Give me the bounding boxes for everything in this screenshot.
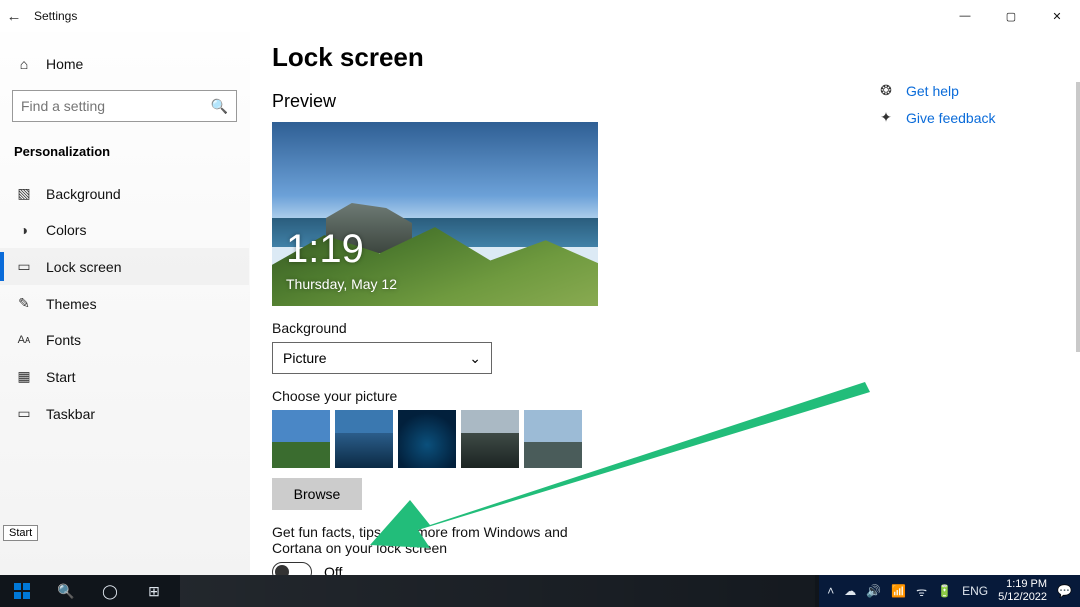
- background-dropdown[interactable]: Picture ⌄: [272, 342, 492, 374]
- clock-date: 5/12/2022: [998, 591, 1047, 604]
- cortana-button[interactable]: ◯: [88, 575, 132, 607]
- toggle-state-label: Off: [324, 564, 342, 575]
- taskbar-icon: ▭: [16, 405, 32, 422]
- volume-icon[interactable]: 🔊: [866, 584, 881, 598]
- sidebar-item-lock-screen[interactable]: ▭ Lock screen: [0, 248, 249, 285]
- sidebar-item-label: Taskbar: [46, 406, 95, 422]
- preview-date: Thursday, May 12: [286, 276, 397, 292]
- sidebar-item-label: Background: [46, 186, 121, 202]
- lock-screen-preview: 1:19 Thursday, May 12: [272, 122, 598, 306]
- sidebar-item-colors[interactable]: ◑ Colors: [0, 212, 249, 248]
- start-tooltip: Start: [3, 525, 38, 541]
- taskbar-search-button[interactable]: 🔍: [44, 575, 88, 607]
- close-button[interactable]: ✕: [1034, 0, 1080, 32]
- task-view-button[interactable]: ⊞: [132, 575, 176, 607]
- sidebar-item-label: Lock screen: [46, 259, 121, 275]
- lock-screen-icon: ▭: [16, 258, 32, 275]
- back-button[interactable]: ←: [0, 8, 28, 25]
- language-indicator[interactable]: ENG: [962, 584, 988, 598]
- picture-icon: ▧: [16, 185, 32, 202]
- sidebar-item-label: Colors: [46, 222, 86, 238]
- sidebar-item-background[interactable]: ▧ Background: [0, 175, 249, 212]
- taskbar: 🔍 ◯ ⊞ ˄ ☁ 🔊 📶 ᯤ 🔋 ENG 1:19 PM 5/12/2022 …: [0, 575, 1080, 607]
- network-icon[interactable]: 📶: [891, 584, 906, 598]
- sidebar-item-label: Fonts: [46, 332, 81, 348]
- main-content: Lock screen Preview 1:19 Thursday, May 1…: [272, 30, 1060, 575]
- start-button[interactable]: [0, 575, 44, 607]
- picture-thumb-5[interactable]: [524, 410, 582, 468]
- home-link[interactable]: ⌂ Home: [0, 48, 249, 80]
- sidebar-item-themes[interactable]: ✎ Themes: [0, 285, 249, 322]
- clock-time: 1:19 PM: [998, 578, 1047, 591]
- choose-picture-label: Choose your picture: [272, 388, 1060, 404]
- picture-thumb-2[interactable]: [335, 410, 393, 468]
- preview-time: 1:19: [286, 227, 364, 272]
- category-heading: Personalization: [0, 138, 249, 175]
- minimize-button[interactable]: —: [942, 0, 988, 32]
- taskbar-running-apps[interactable]: [180, 575, 815, 607]
- dropdown-value: Picture: [283, 350, 327, 366]
- sidebar-item-start[interactable]: ▦ Start: [0, 358, 249, 395]
- fun-facts-label: Get fun facts, tips, and more from Windo…: [272, 524, 612, 556]
- sidebar-item-taskbar[interactable]: ▭ Taskbar: [0, 395, 249, 432]
- battery-icon[interactable]: 🔋: [937, 584, 952, 598]
- wifi-icon[interactable]: ᯤ: [916, 583, 927, 600]
- sidebar-item-label: Start: [46, 369, 76, 385]
- fonts-icon: Aᴀ: [16, 334, 32, 346]
- scrollbar[interactable]: [1076, 82, 1080, 352]
- palette-icon: ◑: [16, 222, 32, 238]
- system-tray: ˄ ☁ 🔊 📶 ᯤ 🔋 ENG 1:19 PM 5/12/2022 💬: [819, 575, 1080, 607]
- search-box[interactable]: 🔍: [12, 90, 237, 122]
- fun-facts-toggle[interactable]: [272, 562, 312, 575]
- sidebar-item-fonts[interactable]: Aᴀ Fonts: [0, 322, 249, 358]
- picture-thumb-3[interactable]: [398, 410, 456, 468]
- sidebar-item-label: Themes: [46, 296, 97, 312]
- browse-button[interactable]: Browse: [272, 478, 362, 510]
- picture-thumb-1[interactable]: [272, 410, 330, 468]
- tray-overflow-icon[interactable]: ˄: [827, 584, 834, 598]
- search-input[interactable]: [21, 98, 211, 114]
- picture-thumbnails: [272, 410, 1060, 468]
- maximize-button[interactable]: ▢: [988, 0, 1034, 32]
- preview-heading: Preview: [272, 91, 1060, 112]
- action-center-icon[interactable]: 💬: [1057, 584, 1072, 598]
- sidebar: ⌂ Home 🔍 Personalization ▧ Background ◑ …: [0, 32, 250, 575]
- home-icon: ⌂: [16, 56, 32, 72]
- themes-icon: ✎: [16, 295, 32, 312]
- toggle-knob: [275, 565, 289, 575]
- search-icon: 🔍: [211, 98, 228, 115]
- picture-thumb-4[interactable]: [461, 410, 519, 468]
- home-label: Home: [46, 56, 83, 72]
- background-label: Background: [272, 320, 1060, 336]
- titlebar: ← Settings — ▢ ✕: [0, 0, 1080, 32]
- taskbar-clock[interactable]: 1:19 PM 5/12/2022: [998, 578, 1047, 604]
- app-title: Settings: [34, 9, 77, 23]
- chevron-down-icon: ⌄: [469, 350, 481, 367]
- onedrive-icon[interactable]: ☁: [844, 584, 856, 598]
- page-title: Lock screen: [272, 42, 1060, 73]
- start-icon: ▦: [16, 368, 32, 385]
